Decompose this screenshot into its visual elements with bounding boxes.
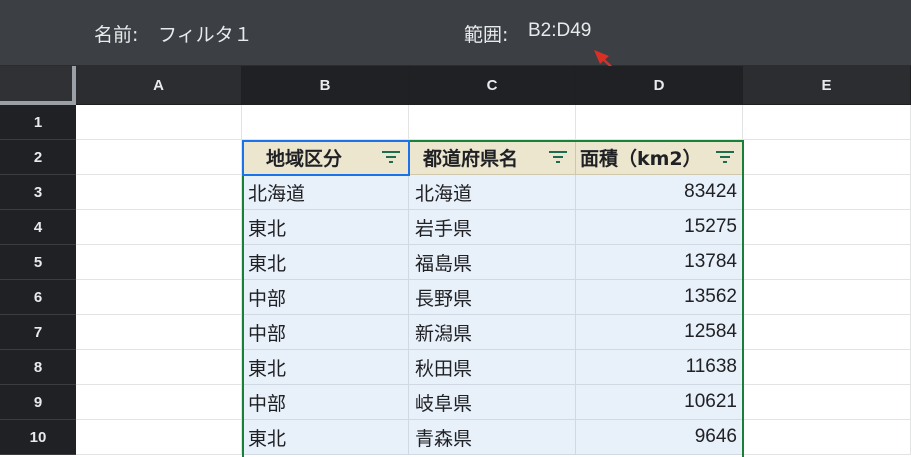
column-header-e[interactable]: E (743, 66, 911, 105)
table-cell[interactable]: 83424 (576, 175, 743, 210)
row-header-4[interactable]: 4 (0, 210, 76, 245)
cell-e3[interactable] (743, 175, 911, 210)
row-header-7[interactable]: 7 (0, 315, 76, 350)
row-header-6[interactable]: 6 (0, 280, 76, 315)
table-cell[interactable]: 中部 (242, 280, 409, 315)
row-header-8[interactable]: 8 (0, 350, 76, 385)
table-header-cell[interactable]: 地域区分 (242, 140, 409, 175)
cell-a6[interactable] (76, 280, 242, 315)
filter-range-label: 範囲: (464, 24, 509, 46)
table-cell[interactable]: 新潟県 (409, 315, 576, 350)
column-header-c[interactable]: C (409, 66, 576, 105)
row-header-10[interactable]: 10 (0, 420, 76, 455)
cell-b1[interactable] (242, 105, 409, 140)
table-cell[interactable]: 東北 (242, 245, 409, 280)
table-cell[interactable]: 13562 (576, 280, 743, 315)
cell-e4[interactable] (743, 210, 911, 245)
cell-e10[interactable] (743, 420, 911, 455)
table-cell[interactable]: 北海道 (242, 175, 409, 210)
cell-a2[interactable] (76, 140, 242, 175)
filter-name-label: 名前: (94, 24, 139, 46)
spreadsheet-grid: A B C D E 1 2 地域区分 都道府県名 面積（km2） 3 北海道 北海道 83424 4 東北 岩手… (0, 66, 911, 457)
cell-c1[interactable] (409, 105, 576, 140)
row-header-9[interactable]: 9 (0, 385, 76, 420)
cell-e8[interactable] (743, 350, 911, 385)
cell-e6[interactable] (743, 280, 911, 315)
table-cell[interactable]: 13784 (576, 245, 743, 280)
table-cell[interactable]: 11638 (576, 350, 743, 385)
cell-a9[interactable] (76, 385, 242, 420)
cell-e1[interactable] (743, 105, 911, 140)
row-header-1[interactable]: 1 (0, 105, 76, 140)
table-cell[interactable]: 秋田県 (409, 350, 576, 385)
filter-bar: 名前: フィルタ１ 範囲: B2:D49 (0, 0, 911, 66)
table-cell[interactable]: 長野県 (409, 280, 576, 315)
cell-e9[interactable] (743, 385, 911, 420)
table-cell[interactable]: 東北 (242, 350, 409, 385)
table-header-label: 地域区分 (266, 147, 343, 170)
cell-e7[interactable] (743, 315, 911, 350)
table-cell[interactable]: 12584 (576, 315, 743, 350)
table-header-cell[interactable]: 面積（km2） (576, 140, 743, 175)
table-cell[interactable]: 中部 (242, 315, 409, 350)
table-cell[interactable]: 岩手県 (409, 210, 576, 245)
table-cell[interactable]: 中部 (242, 385, 409, 420)
cell-d1[interactable] (576, 105, 743, 140)
cell-a3[interactable] (76, 175, 242, 210)
filter-lines-icon[interactable] (549, 150, 567, 164)
table-cell[interactable]: 東北 (242, 210, 409, 245)
filter-name-value[interactable]: フィルタ１ (158, 20, 253, 47)
row-header-5[interactable]: 5 (0, 245, 76, 280)
table-header-cell[interactable]: 都道府県名 (409, 140, 576, 175)
cell-a10[interactable] (76, 420, 242, 455)
cell-e2[interactable] (743, 140, 911, 175)
column-header-b[interactable]: B (242, 66, 409, 105)
select-all-corner[interactable] (0, 66, 76, 105)
table-cell[interactable]: 東北 (242, 420, 409, 455)
cell-a5[interactable] (76, 245, 242, 280)
table-header-label: 都道府県名 (423, 147, 519, 170)
cell-a7[interactable] (76, 315, 242, 350)
table-cell[interactable]: 10621 (576, 385, 743, 420)
table-cell[interactable]: 福島県 (409, 245, 576, 280)
row-header-2[interactable]: 2 (0, 140, 76, 175)
table-cell[interactable]: 北海道 (409, 175, 576, 210)
cell-a4[interactable] (76, 210, 242, 245)
table-header-label: 面積（km2） (580, 147, 702, 170)
cell-a8[interactable] (76, 350, 242, 385)
column-header-a[interactable]: A (76, 66, 242, 105)
filter-range-value[interactable]: B2:D49 (528, 20, 591, 42)
table-cell[interactable]: 15275 (576, 210, 743, 245)
cell-a1[interactable] (76, 105, 242, 140)
table-cell[interactable]: 9646 (576, 420, 743, 455)
filter-lines-icon[interactable] (716, 150, 734, 164)
table-cell[interactable]: 青森県 (409, 420, 576, 455)
table-cell[interactable]: 岐阜県 (409, 385, 576, 420)
column-header-d[interactable]: D (576, 66, 743, 105)
filter-lines-icon[interactable] (382, 150, 400, 164)
row-header-3[interactable]: 3 (0, 175, 76, 210)
cell-e5[interactable] (743, 245, 911, 280)
